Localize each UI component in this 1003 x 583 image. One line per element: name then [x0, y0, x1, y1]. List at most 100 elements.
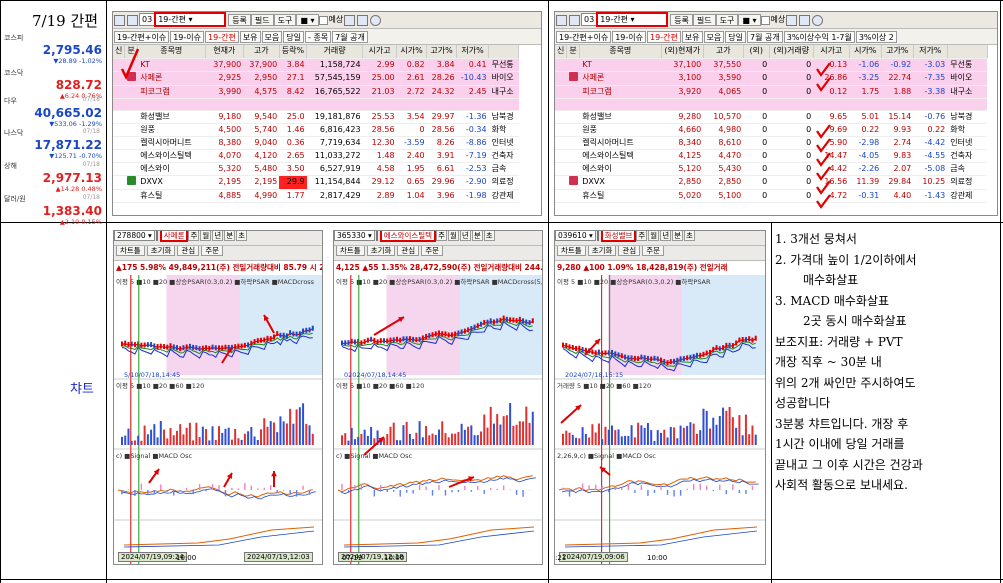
- period-button[interactable]: 년: [212, 231, 224, 241]
- column-header[interactable]: 거래량: [306, 45, 364, 59]
- period-button[interactable]: 주: [188, 231, 200, 241]
- period-button[interactable]: 초: [684, 231, 695, 241]
- settings-icon[interactable]: [569, 15, 580, 26]
- table-row[interactable]: 휴스틸 5,020 5,100 0 0 4.72 -0.31 4.40 -1.43 강관제: [555, 189, 988, 203]
- table-row[interactable]: 원풍 4,660 4,980 0 0 9.69 0.22 9.93 0.22 화학: [555, 123, 988, 137]
- column-header[interactable]: 시가고: [813, 45, 850, 59]
- column-header[interactable]: (외): [743, 45, 770, 59]
- chart-code-input[interactable]: 039610 ▾: [555, 231, 596, 241]
- tab-item[interactable]: 19-간편: [205, 31, 239, 43]
- tab-item[interactable]: 19-간편+이슈: [556, 31, 612, 43]
- tab-item[interactable]: 19-이슈: [612, 31, 647, 43]
- stop-button[interactable]: ■ ▾: [738, 14, 761, 26]
- globe-icon[interactable]: [812, 15, 824, 26]
- column-header[interactable]: 종목명: [579, 45, 662, 59]
- period-button[interactable]: 주: [436, 231, 447, 241]
- tab-item[interactable]: 7월 공개: [332, 31, 368, 43]
- column-header[interactable]: 저가%: [456, 45, 490, 59]
- chart-tool-button[interactable]: 주문: [642, 246, 665, 256]
- tab-item[interactable]: 모음: [261, 31, 283, 43]
- chart-code-input[interactable]: 365330 ▾: [334, 231, 375, 241]
- stock-name[interactable]: 사페론: [137, 71, 206, 86]
- stock-name[interactable]: DXVX: [137, 175, 206, 190]
- group-select[interactable]: 19-간편 ▾: [154, 12, 227, 27]
- chart-tool-button[interactable]: 차트틀: [336, 246, 365, 256]
- table-row[interactable]: 사페론 2,925 2,950 27.1 57,545,159 25.00 2.61 28.2…: [113, 71, 519, 86]
- table-row[interactable]: 에스와이 5,320 5,480 3.50 6,527,919 4.58 1.95 6.61-…: [113, 162, 519, 176]
- stock-name[interactable]: 켈릭시아머니트: [579, 136, 662, 150]
- period-button[interactable]: 월: [200, 231, 212, 241]
- tab-item[interactable]: 당일: [283, 31, 305, 43]
- period-button[interactable]: 년: [459, 231, 471, 241]
- chart-tool-button[interactable]: 주문: [201, 246, 224, 256]
- settings-icon[interactable]: [127, 15, 138, 26]
- period-button[interactable]: 주: [636, 231, 648, 241]
- chart-stock-name[interactable]: 화성밸브: [600, 231, 637, 242]
- group-select[interactable]: 19-간편 ▾: [596, 12, 669, 27]
- table-row[interactable]: 사페론 3,100 3,590 0 0 26.86 -3.25 22.74 -7.35 바이오: [555, 71, 988, 86]
- chart-tool-button[interactable]: 차트틀: [557, 246, 586, 256]
- print-icon[interactable]: [799, 15, 811, 26]
- expect-checkbox[interactable]: [760, 16, 770, 25]
- column-header[interactable]: 신: [555, 45, 568, 59]
- tab-item[interactable]: 모음: [703, 31, 725, 43]
- chart-tool-button[interactable]: 관심: [177, 246, 200, 256]
- globe-icon[interactable]: [370, 15, 382, 26]
- filter-button[interactable]: 필드: [250, 14, 274, 26]
- column-header[interactable]: 고가: [243, 45, 280, 59]
- stock-name[interactable]: 화성밸브: [579, 110, 662, 124]
- stock-name[interactable]: DXVX: [579, 175, 662, 190]
- stock-name[interactable]: KT: [137, 58, 206, 72]
- stock-name[interactable]: 휴스틸: [579, 189, 662, 203]
- chart-stock-name[interactable]: 사페론: [159, 231, 189, 242]
- column-header[interactable]: (외)현재가: [661, 45, 704, 59]
- stock-name[interactable]: 에스와이스틸텍: [579, 149, 662, 163]
- expect-checkbox[interactable]: [318, 16, 328, 25]
- tab-item[interactable]: 19-간편: [647, 31, 681, 43]
- tab-item[interactable]: 보유: [239, 31, 261, 43]
- column-header[interactable]: [947, 45, 988, 59]
- search-icon[interactable]: [375, 231, 378, 241]
- period-button[interactable]: 분: [224, 231, 236, 241]
- tab-item[interactable]: - 종목: [305, 31, 332, 43]
- index-item[interactable]: 달러/원 07/18 1,383.40 ▲2.10 0.15%: [4, 194, 102, 226]
- column-header[interactable]: 분: [566, 45, 580, 59]
- register-button[interactable]: 등록: [670, 14, 693, 26]
- column-header[interactable]: (외)거래량: [769, 45, 814, 59]
- tools-button[interactable]: 도구: [273, 14, 297, 26]
- column-header[interactable]: 고가%: [881, 45, 914, 59]
- table-row[interactable]: 에스와이 5,120 5,430 0 0 4.42 -2.26 2.07 -5.08 금속: [555, 162, 988, 176]
- code-input[interactable]: 03: [581, 13, 598, 26]
- table-row[interactable]: 화성밸브 9,280 10,570 0 0 9.65 5.01 15.14 -0.76 남북경: [555, 110, 988, 124]
- index-item[interactable]: 상해 07/18 2,977.13 ▲14.28 0.48%: [4, 161, 102, 193]
- stock-name[interactable]: 켈릭시아머니트: [137, 136, 206, 150]
- tab-item[interactable]: 보유: [681, 31, 703, 43]
- search-icon[interactable]: [596, 231, 599, 241]
- refresh-icon[interactable]: [556, 15, 567, 26]
- export-icon[interactable]: [344, 15, 356, 26]
- column-header[interactable]: 고가: [703, 45, 744, 59]
- tools-button[interactable]: 도구: [715, 14, 739, 26]
- column-header[interactable]: 저가%: [913, 45, 948, 59]
- export-icon[interactable]: [786, 15, 798, 26]
- table-row[interactable]: 켈릭시아머니트 8,340 8,610 0 0 5.90 -2.98 2.74 -4.42 인터넷: [555, 136, 988, 150]
- chart-tool-button[interactable]: 관심: [397, 246, 420, 256]
- table-row[interactable]: 에스와이스틸텍 4,125 4,470 0 0 14.47 -4.05 9.83 -4.55 건축…: [555, 149, 988, 163]
- stock-name[interactable]: 화성밸브: [137, 110, 206, 124]
- chart-tool-button[interactable]: 초기화: [146, 246, 176, 256]
- tab-item[interactable]: 19-간편+이슈: [114, 31, 170, 43]
- chart-tool-button[interactable]: 초기화: [587, 246, 617, 256]
- print-icon[interactable]: [357, 15, 369, 26]
- chart-code-input[interactable]: 278800 ▾: [114, 231, 155, 241]
- column-header[interactable]: 시가%: [396, 45, 428, 59]
- table-row[interactable]: DXVX 2,850 2,850 0 0 16.56 11.39 29.84 10.25 의료정: [555, 175, 988, 190]
- table-row[interactable]: 원풍 4,500 5,740 1.46 6,816,423 28.56 0 28.56 -0.3…: [113, 123, 519, 137]
- index-item[interactable]: 코스피 2,795.46 ▼28.89 -1.02%: [4, 33, 102, 65]
- period-button[interactable]: 분: [471, 231, 483, 241]
- stock-name[interactable]: KT: [579, 58, 662, 72]
- code-input[interactable]: 03: [139, 13, 156, 26]
- chart-tool-button[interactable]: 관심: [618, 246, 641, 256]
- period-button[interactable]: 월: [448, 231, 459, 241]
- tab-item[interactable]: 3%이상수익 1-7월: [783, 31, 855, 43]
- refresh-icon[interactable]: [114, 15, 125, 26]
